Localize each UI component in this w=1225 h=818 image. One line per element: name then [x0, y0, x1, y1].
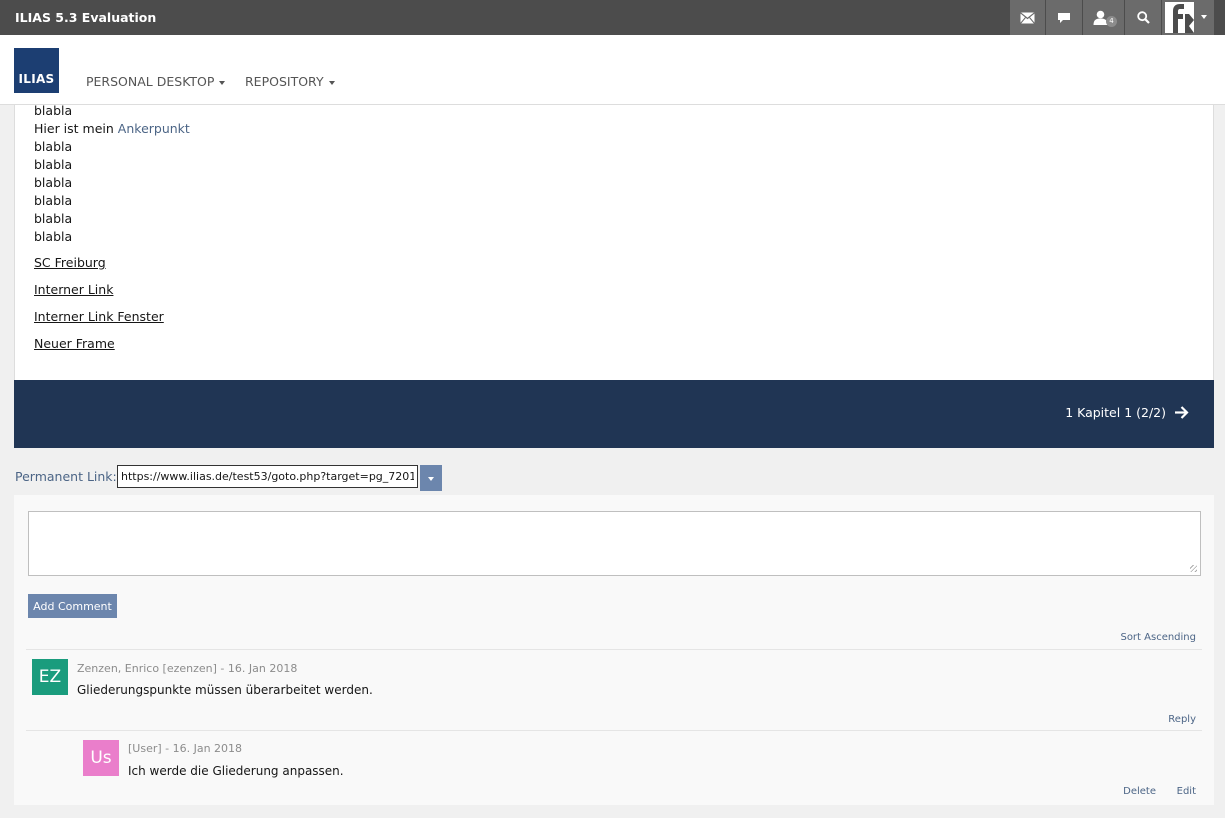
permalink-label: Permanent Link:: [15, 469, 117, 484]
edit-link[interactable]: Edit: [1177, 786, 1196, 797]
comment-meta: [User] - 16. Jan 2018: [128, 742, 243, 755]
nav-repository-label: REPOSITORY: [245, 74, 324, 89]
header: ILIAS PERSONAL DESKTOP REPOSITORY: [0, 35, 1225, 105]
link-sc-freiburg[interactable]: SC Freiburg: [34, 255, 106, 270]
comment-text: Ich werde die Gliederung anpassen.: [128, 764, 344, 778]
avatar: Us: [83, 740, 119, 776]
add-comment-button[interactable]: Add Comment: [28, 594, 117, 618]
chevron-down-icon: [328, 80, 335, 85]
delete-link[interactable]: Delete: [1123, 786, 1156, 797]
chevron-down-icon: [1201, 15, 1207, 19]
text-line: blabla: [34, 103, 73, 118]
anchor-line: Hier ist mein Ankerpunkt: [34, 121, 190, 136]
link-interner-link-fenster[interactable]: Interner Link Fenster: [34, 309, 164, 324]
reply-link[interactable]: Reply: [1168, 714, 1196, 725]
nav-personal-desktop[interactable]: PERSONAL DESKTOP: [86, 74, 226, 89]
user-avatar-icon: [1173, 4, 1194, 33]
search-button[interactable]: [1124, 0, 1161, 35]
divider: [26, 730, 1202, 731]
text-line: blabla: [34, 193, 73, 208]
mail-button[interactable]: [1009, 0, 1045, 35]
chevron-down-icon: [428, 477, 434, 481]
avatar: EZ: [32, 659, 68, 695]
comment-text: Gliederungspunkte müssen überarbeitet we…: [77, 683, 373, 697]
anchor-prefix: Hier ist mein: [34, 121, 114, 136]
resize-handle-icon[interactable]: [1190, 565, 1197, 572]
nav-personal-desktop-label: PERSONAL DESKTOP: [86, 74, 215, 89]
page-navigation-bar: 1 Kapitel 1 (2/2): [14, 380, 1214, 448]
mail-icon: [1020, 11, 1035, 24]
divider: [26, 649, 1202, 650]
page-content: blabla Hier ist mein Ankerpunkt blabla b…: [14, 103, 1214, 380]
chevron-down-icon: [219, 80, 226, 85]
comment-meta: Zenzen, Enrico [ezenzen] - 16. Jan 2018: [77, 662, 298, 675]
text-line: blabla: [34, 175, 73, 190]
comment-textarea[interactable]: [28, 511, 1201, 576]
arrow-right-icon: [1175, 406, 1189, 419]
text-line: blabla: [34, 229, 73, 244]
user-avatar[interactable]: [1165, 2, 1194, 33]
ilias-logo[interactable]: ILIAS: [14, 48, 59, 93]
contacts-badge: 4: [1106, 16, 1117, 27]
text-line: blabla: [34, 139, 73, 154]
text-line: blabla: [34, 211, 73, 226]
chat-icon: [1058, 12, 1070, 23]
next-page-link[interactable]: 1 Kapitel 1 (2/2): [1065, 405, 1189, 420]
permalink-input[interactable]: [117, 465, 418, 488]
comments-panel: Add Comment Sort Ascending EZ Zenzen, En…: [14, 495, 1214, 805]
link-neuer-frame[interactable]: Neuer Frame: [34, 336, 115, 351]
installation-title: ILIAS 5.3 Evaluation: [15, 10, 157, 25]
nav-repository[interactable]: REPOSITORY: [245, 74, 335, 89]
top-bar: ILIAS 5.3 Evaluation 4: [0, 0, 1225, 35]
contacts-button[interactable]: 4: [1082, 0, 1124, 35]
chat-button[interactable]: [1045, 0, 1082, 35]
sort-ascending-link[interactable]: Sort Ascending: [1120, 632, 1196, 643]
permalink-dropdown-button[interactable]: [420, 465, 442, 491]
text-line: blabla: [34, 157, 73, 172]
link-interner-link[interactable]: Interner Link: [34, 282, 113, 297]
anchor-link[interactable]: Ankerpunkt: [118, 121, 190, 136]
next-page-label: 1 Kapitel 1 (2/2): [1065, 405, 1166, 420]
search-icon: [1136, 11, 1150, 24]
